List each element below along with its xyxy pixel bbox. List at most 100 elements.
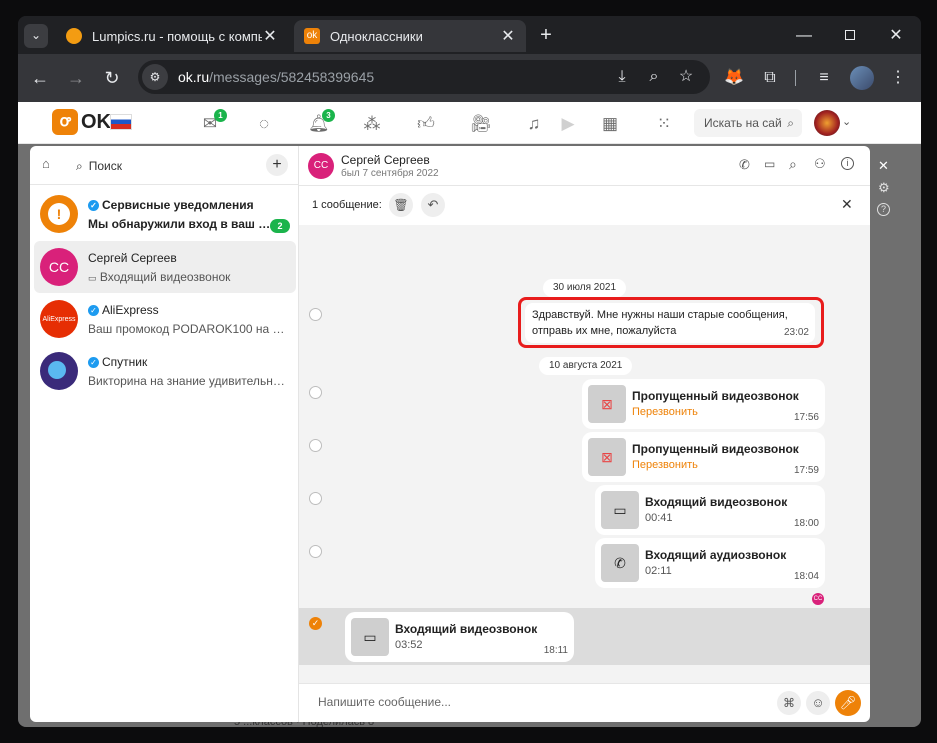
forward-icon[interactable]: → — [66, 68, 86, 88]
messages-area: 30 июля 2021 Здравствуй. Мне нужны наши … — [299, 225, 870, 683]
date-divider: 30 июля 2021 — [543, 279, 627, 297]
zoom-icon[interactable]: ⌕ — [644, 67, 664, 87]
new-tab-button[interactable]: + — [536, 25, 556, 45]
call-title: Пропущенный видеозвонок — [632, 389, 799, 403]
toolbar-divider — [795, 70, 796, 86]
incoming-video-call-icon: ▭ — [351, 618, 389, 656]
new-chat-button[interactable]: + — [266, 154, 288, 176]
chat-item-aliexpress[interactable]: AliExpress ✓ AliExpress Ваш промокод PODA… — [34, 293, 296, 345]
search-placeholder: Искать на сай — [704, 116, 782, 130]
chat-item-service[interactable]: ! ✓ Сервисные уведомления Мы обнаружили в… — [34, 188, 296, 240]
attach-paperclip-icon[interactable]: ⌘ — [777, 691, 801, 715]
chat-search-label: Поиск — [88, 159, 122, 173]
video-camera-icon[interactable]: 🎥︎ — [470, 114, 492, 134]
info-icon[interactable]: i — [841, 157, 854, 170]
alert-icon: ! — [48, 203, 70, 225]
address-bar[interactable]: ⚙ ok.ru/messages/582458399645 ⤓ ⌕ ☆ — [138, 60, 710, 94]
tab-odnoklassniki[interactable]: ok Одноклассники ✕ — [294, 20, 526, 52]
extensions-puzzle-icon[interactable]: ⧉ — [760, 68, 780, 88]
apps-grid-icon[interactable]: ⁙ — [654, 114, 674, 134]
call-title: Пропущенный видеозвонок — [632, 442, 799, 456]
select-radio[interactable] — [309, 386, 322, 399]
tab-search-button[interactable]: ⌄ — [24, 24, 48, 48]
search-icon[interactable]: ⌕ — [789, 156, 797, 173]
chat-preview: Викторина на знание удивительных... — [88, 374, 288, 388]
search-icon: ⌕ — [787, 116, 794, 130]
discussions-nav-icon[interactable]: ◌ — [254, 114, 274, 134]
chat-preview: ▭ Входящий видеозвонок — [88, 270, 288, 284]
russia-flag-icon — [110, 114, 132, 130]
bookmark-star-icon[interactable]: ☆ — [676, 67, 696, 87]
help-icon[interactable]: ? — [877, 203, 890, 216]
chat-item-sputnik[interactable]: ✓ Спутник Викторина на знание удивительны… — [34, 345, 296, 397]
calendar-icon[interactable]: ▦ — [600, 114, 620, 134]
delete-trash-icon[interactable]: 🗑︎ — [389, 193, 413, 217]
close-tab-icon[interactable]: ✕ — [500, 26, 516, 46]
close-tab-icon[interactable]: ✕ — [262, 26, 278, 46]
tab-lumpics[interactable]: Lumpics.ru - помощь с компь ✕ — [56, 20, 288, 52]
close-window-icon[interactable]: ✕ — [886, 26, 906, 46]
site-info-icon[interactable]: ⚙ — [142, 64, 168, 90]
music-note-icon[interactable]: ♫ — [524, 114, 544, 134]
chat-item-sergeev[interactable]: СС Сергей Сергеев ▭ Входящий видеозвонок — [34, 241, 296, 293]
chat-preview: Ваш промокод PODAROK100 на ски... — [88, 322, 288, 336]
reply-icon[interactable]: ↶ — [421, 193, 445, 217]
video-call-icon[interactable]: ▭ — [764, 157, 775, 171]
add-user-icon[interactable]: ⚇ — [814, 156, 826, 172]
selected-message-row[interactable]: ✓ ▭ Входящий видеозвонок 03:52 18:11 — [299, 608, 870, 665]
back-icon[interactable]: ← — [30, 68, 50, 88]
call-card[interactable]: ⊠ Пропущенный видеозвонок Перезвонить 17… — [582, 432, 825, 482]
divider — [299, 683, 870, 684]
read-receipt-avatar: СС — [812, 593, 824, 605]
messages-badge: 1 — [214, 109, 227, 122]
select-radio[interactable] — [309, 545, 322, 558]
close-messenger-icon[interactable]: ✕ — [878, 158, 889, 174]
call-time: 17:59 — [793, 465, 819, 476]
guests-footprints-icon[interactable]: ⁂ — [362, 114, 382, 134]
call-card[interactable]: ✆ Входящий аудиозвонок 02:11 18:04 — [595, 538, 825, 588]
settings-gear-icon[interactable]: ⚙ — [878, 180, 890, 196]
close-selection-icon[interactable]: ✕ — [841, 196, 853, 213]
select-radio[interactable] — [309, 492, 322, 505]
selected-check-icon[interactable]: ✓ — [309, 617, 322, 630]
call-back-link[interactable]: Перезвонить — [632, 406, 698, 418]
ok-logo[interactable]: ꝍ — [52, 109, 78, 135]
call-time: 18:04 — [793, 571, 819, 582]
install-app-icon[interactable]: ⤓ — [612, 67, 632, 87]
ratings-thumb-icon[interactable]: 👍︎ — [416, 114, 436, 134]
call-card[interactable]: ▭ Входящий видеозвонок 00:41 18:00 — [595, 485, 825, 535]
select-radio[interactable] — [309, 308, 322, 321]
toolbar: ← → ↻ ⚙ ok.ru/messages/582458399645 ⤓ ⌕ … — [18, 54, 921, 102]
minimize-icon[interactable]: — — [794, 26, 814, 46]
media-queue-icon[interactable]: ≡ — [814, 68, 834, 88]
contact-name[interactable]: Сергей Сергеев — [341, 153, 430, 167]
microphone-button[interactable]: 🎤︎ — [835, 690, 861, 716]
call-title: Входящий видеозвонок — [645, 495, 788, 509]
search-icon: ⌕ — [76, 159, 83, 173]
call-time: 17:56 — [793, 412, 819, 423]
call-card[interactable]: ▭ Входящий видеозвонок 03:52 18:11 — [345, 612, 574, 662]
message-input[interactable]: Напишите сообщение... — [318, 695, 738, 709]
contact-avatar[interactable]: СС — [308, 153, 334, 179]
user-avatar[interactable] — [814, 110, 840, 136]
ok-search-input[interactable]: Искать на сай ⌕ — [694, 109, 802, 137]
call-duration: 02:11 — [645, 565, 672, 577]
profile-avatar[interactable] — [850, 66, 874, 90]
select-radio[interactable] — [309, 439, 322, 452]
service-avatar: ! — [40, 195, 78, 233]
chat-search[interactable]: ⌕ Поиск — [76, 156, 246, 176]
chat-name-text: Сервисные уведомления — [102, 198, 254, 212]
reload-icon[interactable]: ↻ — [102, 68, 122, 88]
call-back-link[interactable]: Перезвонить — [632, 459, 698, 471]
phone-call-icon[interactable]: ✆ — [739, 157, 750, 173]
menu-kebab-icon[interactable]: ⋮ — [888, 68, 908, 88]
call-card[interactable]: ⊠ Пропущенный видеозвонок Перезвонить 17… — [582, 379, 825, 429]
video-play-icon[interactable]: ▶ — [558, 114, 578, 134]
metamask-extension-icon[interactable]: 🦊 — [724, 68, 744, 88]
maximize-icon[interactable] — [840, 26, 860, 46]
call-time: 18:11 — [543, 645, 568, 656]
emoji-icon[interactable]: ☺ — [806, 691, 830, 715]
missed-video-call-icon: ⊠ — [588, 385, 626, 423]
home-icon[interactable]: ⌂ — [42, 156, 58, 172]
chevron-down-icon[interactable]: ⌄ — [842, 115, 851, 128]
